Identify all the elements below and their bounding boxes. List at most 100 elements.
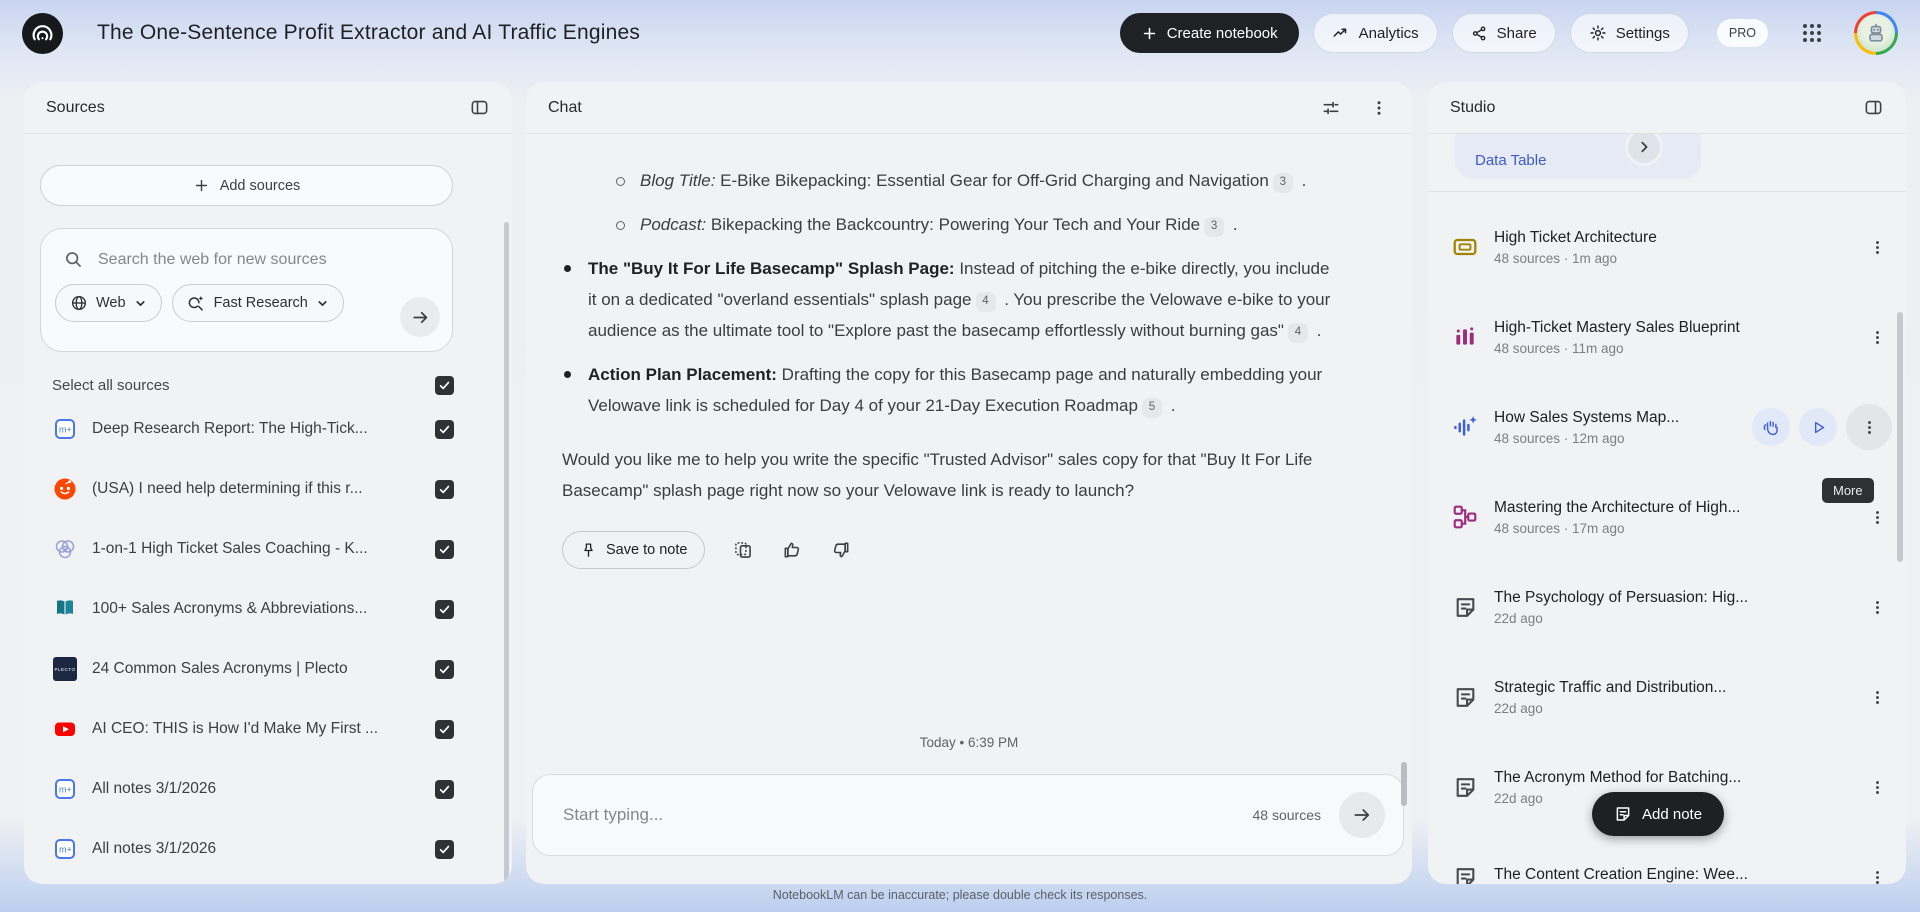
- source-row[interactable]: AI CEO: THIS is How I'd Make My First ..…: [52, 699, 454, 759]
- note-icon: [1452, 864, 1478, 884]
- sources-scrollbar[interactable]: [504, 222, 509, 882]
- chevron-down-icon: [316, 297, 329, 310]
- more-menu-icon[interactable]: [1862, 232, 1892, 262]
- source-checkbox[interactable]: [435, 480, 454, 499]
- send-button[interactable]: [1339, 792, 1385, 838]
- chat-bullet: Action Plan Placement: Drafting the copy…: [562, 359, 1334, 421]
- audio-item-actions: [1752, 404, 1892, 450]
- analytics-button[interactable]: Analytics: [1313, 13, 1438, 53]
- create-notebook-button[interactable]: Create notebook: [1120, 13, 1299, 53]
- search-submit-button[interactable]: [400, 297, 440, 337]
- source-checkbox[interactable]: [435, 780, 454, 799]
- svg-text:m+: m+: [59, 845, 72, 855]
- more-menu-icon[interactable]: [1862, 772, 1892, 802]
- studio-item[interactable]: High-Ticket Mastery Sales Blueprint 48 s…: [1452, 292, 1892, 382]
- chat-input[interactable]: [563, 805, 1253, 825]
- plus-icon: [193, 177, 210, 194]
- add-note-button[interactable]: Add note: [1592, 792, 1724, 836]
- more-menu-icon[interactable]: [1862, 682, 1892, 712]
- book-icon: [52, 596, 78, 622]
- source-checkbox[interactable]: [435, 540, 454, 559]
- chat-title: Chat: [548, 99, 582, 117]
- citation-chip[interactable]: 4: [976, 292, 996, 312]
- copy-icon[interactable]: [732, 539, 754, 561]
- studio-item[interactable]: The Content Creation Engine: Wee...: [1452, 832, 1892, 884]
- citation-chip[interactable]: 4: [1288, 323, 1308, 343]
- interactive-mode-icon[interactable]: [1752, 408, 1790, 446]
- bullet-marker: [562, 359, 588, 421]
- header-actions: Create notebook Analytics Share Settings: [1120, 11, 1898, 55]
- bullet-marker: [562, 253, 588, 346]
- source-row[interactable]: m+ All notes 3/1/2026: [52, 759, 454, 819]
- studio-panel: Studio Data Table High Ticket Architectu…: [1428, 82, 1906, 884]
- notebook-title[interactable]: The One-Sentence Profit Extractor and AI…: [97, 21, 640, 45]
- web-filter-dropdown[interactable]: Web: [55, 284, 162, 322]
- add-sources-button[interactable]: Add sources: [40, 165, 453, 206]
- select-all-checkbox[interactable]: [435, 376, 454, 395]
- bullet-marker: [614, 209, 640, 240]
- citation-chip[interactable]: 3: [1273, 173, 1293, 193]
- chat-panel: Chat Blog Title: E-Bike Bikepacking: Ess…: [526, 82, 1412, 884]
- more-menu-icon[interactable]: [1846, 404, 1892, 450]
- chat-scrollbar[interactable]: [1401, 762, 1407, 806]
- note-icon: [1452, 594, 1478, 620]
- source-checkbox[interactable]: [435, 660, 454, 679]
- search-input[interactable]: [98, 251, 432, 269]
- source-row[interactable]: (USA) I need help determining if this r.…: [52, 459, 454, 519]
- source-row[interactable]: m+ Deep Research Report: The High-Tick..…: [52, 399, 454, 459]
- more-menu-icon[interactable]: [1862, 592, 1892, 622]
- more-menu-icon[interactable]: [1862, 862, 1892, 884]
- source-row[interactable]: PLECTO 24 Common Sales Acronyms | Plecto: [52, 639, 454, 699]
- apps-grid-icon[interactable]: [1792, 13, 1832, 53]
- studio-list: High Ticket Architecture 48 sources · 1m…: [1428, 192, 1906, 884]
- source-checkbox[interactable]: [435, 720, 454, 739]
- studio-item[interactable]: Strategic Traffic and Distribution... 22…: [1452, 652, 1892, 742]
- data-table-chip[interactable]: Data Table: [1455, 134, 1701, 179]
- source-count-label: 48 sources: [1253, 807, 1321, 823]
- studio-chip-row: Data Table: [1428, 134, 1906, 192]
- notebooklm-logo-icon[interactable]: [22, 13, 63, 54]
- user-avatar[interactable]: [1854, 11, 1898, 55]
- share-button[interactable]: Share: [1452, 13, 1556, 53]
- network-icon: [1452, 504, 1478, 530]
- more-menu-icon[interactable]: [1862, 322, 1892, 352]
- citation-chip[interactable]: 3: [1204, 217, 1224, 237]
- globe-icon: [70, 294, 88, 312]
- source-checkbox[interactable]: [435, 600, 454, 619]
- disclaimer-text: NotebookLM can be inaccurate; please dou…: [0, 888, 1920, 902]
- search-filters: Web Fast Research: [41, 270, 452, 322]
- source-row[interactable]: 1-on-1 High Ticket Sales Coaching - K...: [52, 519, 454, 579]
- source-checkbox[interactable]: [435, 840, 454, 859]
- more-menu-icon[interactable]: [1862, 502, 1892, 532]
- studio-item[interactable]: High Ticket Architecture 48 sources · 1m…: [1452, 202, 1892, 292]
- play-icon[interactable]: [1799, 408, 1837, 446]
- chat-bullet: The "Buy It For Life Basecamp" Splash Pa…: [562, 253, 1334, 346]
- source-row[interactable]: 100+ Sales Acronyms & Abbreviations...: [52, 579, 454, 639]
- studio-item-audio[interactable]: How Sales Systems Map... 48 sources · 12…: [1452, 382, 1892, 472]
- save-to-note-button[interactable]: Save to note: [562, 531, 705, 569]
- studio-scrollbar[interactable]: [1897, 312, 1903, 562]
- studio-title: Studio: [1450, 99, 1495, 117]
- studio-item[interactable]: The Psychology of Persuasion: Hig... 22d…: [1452, 562, 1892, 652]
- settings-button[interactable]: Settings: [1570, 13, 1689, 53]
- reddit-icon: [52, 476, 78, 502]
- youtube-icon: [52, 716, 78, 742]
- research-mode-dropdown[interactable]: Fast Research: [172, 284, 344, 322]
- collapse-studio-panel-icon[interactable]: [1862, 97, 1884, 119]
- chat-input-bar: 48 sources: [532, 774, 1404, 856]
- source-checkbox[interactable]: [435, 420, 454, 439]
- chat-more-menu-icon[interactable]: [1368, 97, 1390, 119]
- citation-chip[interactable]: 5: [1142, 398, 1162, 418]
- thumbs-up-icon[interactable]: [781, 539, 803, 561]
- note-icon: [1452, 774, 1478, 800]
- collapse-sources-panel-icon[interactable]: [468, 97, 490, 119]
- sources-header: Sources: [24, 82, 512, 134]
- trending-up-icon: [1332, 24, 1350, 42]
- message-actions: Save to note: [562, 531, 1334, 569]
- thumbs-down-icon[interactable]: [830, 539, 852, 561]
- chat-closing-paragraph: Would you like me to help you write the …: [562, 444, 1334, 506]
- source-row[interactable]: m+ All notes 3/1/2026: [52, 819, 454, 879]
- tune-sliders-icon[interactable]: [1320, 97, 1342, 119]
- web-search-card: Web Fast Research: [40, 228, 453, 352]
- note-doc-icon: m+: [52, 776, 78, 802]
